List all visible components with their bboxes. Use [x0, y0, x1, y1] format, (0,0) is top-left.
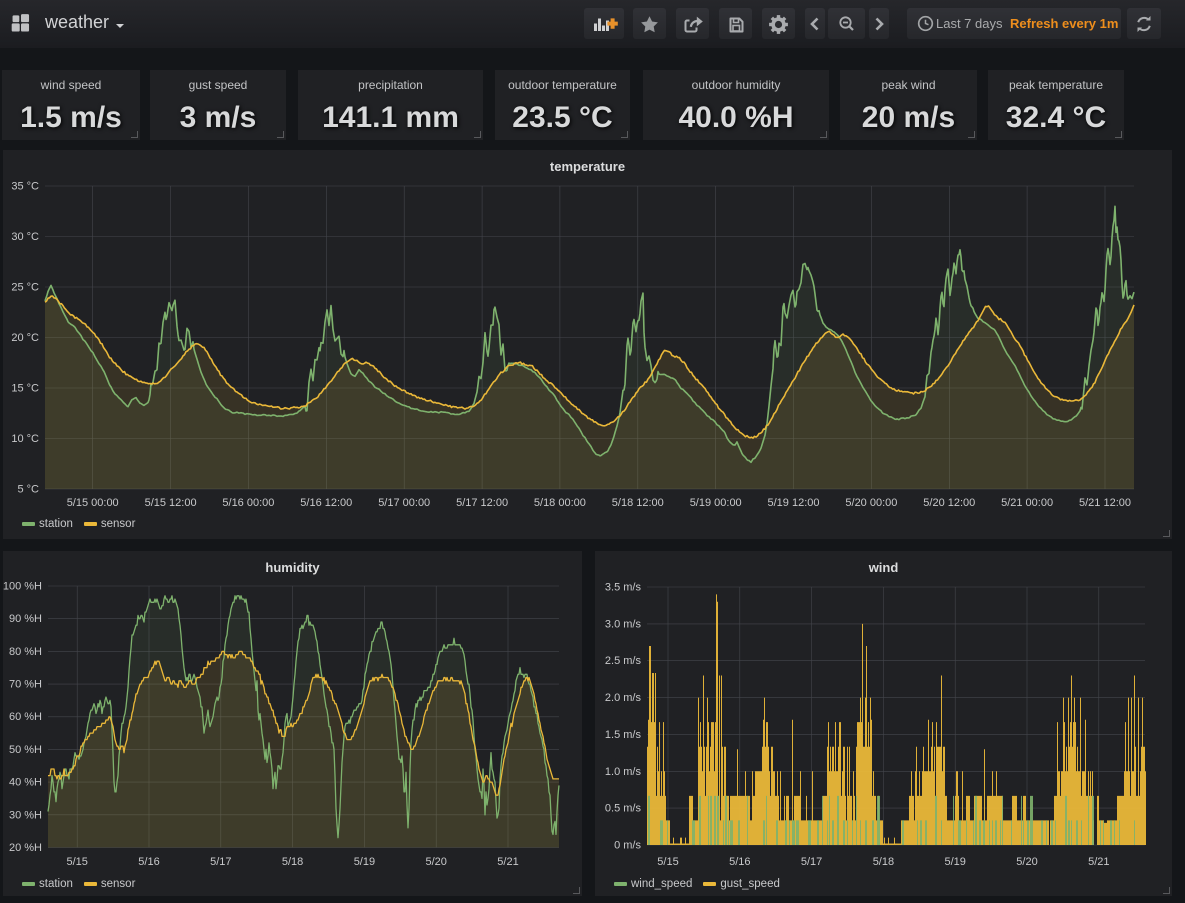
svg-text:80 %H: 80 %H	[9, 646, 42, 658]
svg-text:5/17: 5/17	[801, 856, 822, 868]
svg-text:0.5 m/s: 0.5 m/s	[605, 803, 642, 815]
svg-text:5/16: 5/16	[138, 856, 159, 868]
svg-text:10 °C: 10 °C	[11, 433, 39, 445]
svg-text:20 %H: 20 %H	[9, 842, 42, 854]
svg-text:5/19 12:00: 5/19 12:00	[768, 497, 820, 509]
svg-text:100 %H: 100 %H	[3, 581, 42, 593]
svg-text:0 m/s: 0 m/s	[614, 840, 641, 852]
svg-text:5/21: 5/21	[1088, 856, 1109, 868]
svg-text:5/15 00:00: 5/15 00:00	[67, 497, 119, 509]
svg-text:35 °C: 35 °C	[11, 181, 39, 193]
svg-text:5/19: 5/19	[944, 856, 965, 868]
svg-text:40 %H: 40 %H	[9, 777, 42, 789]
svg-text:5/18 12:00: 5/18 12:00	[612, 497, 664, 509]
svg-text:5/18: 5/18	[282, 856, 303, 868]
svg-text:5/21: 5/21	[497, 856, 518, 868]
svg-text:5/20 00:00: 5/20 00:00	[845, 497, 897, 509]
svg-text:5 °C: 5 °C	[17, 484, 39, 496]
svg-text:5/19 00:00: 5/19 00:00	[690, 497, 742, 509]
svg-text:5/17 00:00: 5/17 00:00	[378, 497, 430, 509]
svg-text:5/16 12:00: 5/16 12:00	[300, 497, 352, 509]
svg-text:5/15: 5/15	[66, 856, 87, 868]
svg-text:5/18: 5/18	[873, 856, 894, 868]
svg-text:5/17: 5/17	[210, 856, 231, 868]
svg-text:5/21 12:00: 5/21 12:00	[1079, 497, 1131, 509]
svg-text:30 %H: 30 %H	[9, 809, 42, 821]
svg-text:20 °C: 20 °C	[11, 332, 39, 344]
svg-text:3.5 m/s: 3.5 m/s	[605, 582, 642, 594]
svg-text:5/19: 5/19	[354, 856, 375, 868]
svg-text:70 %H: 70 %H	[9, 679, 42, 691]
svg-text:5/15 12:00: 5/15 12:00	[145, 497, 197, 509]
svg-text:25 °C: 25 °C	[11, 282, 39, 294]
svg-text:2.0 m/s: 2.0 m/s	[605, 692, 642, 704]
svg-text:5/15: 5/15	[657, 856, 678, 868]
svg-text:5/20: 5/20	[425, 856, 446, 868]
svg-text:5/16 00:00: 5/16 00:00	[222, 497, 274, 509]
svg-text:15 °C: 15 °C	[11, 383, 39, 395]
svg-text:5/17 12:00: 5/17 12:00	[456, 497, 508, 509]
svg-text:5/20: 5/20	[1016, 856, 1037, 868]
svg-text:3.0 m/s: 3.0 m/s	[605, 618, 642, 630]
svg-text:1.5 m/s: 1.5 m/s	[605, 729, 642, 741]
svg-text:30 °C: 30 °C	[11, 231, 39, 243]
svg-text:5/21 00:00: 5/21 00:00	[1001, 497, 1053, 509]
svg-text:5/20 12:00: 5/20 12:00	[923, 497, 975, 509]
svg-text:1.0 m/s: 1.0 m/s	[605, 766, 642, 778]
svg-text:60 %H: 60 %H	[9, 711, 42, 723]
svg-text:2.5 m/s: 2.5 m/s	[605, 655, 642, 667]
svg-text:5/16: 5/16	[729, 856, 750, 868]
svg-text:90 %H: 90 %H	[9, 613, 42, 625]
svg-text:5/18 00:00: 5/18 00:00	[534, 497, 586, 509]
svg-text:50 %H: 50 %H	[9, 744, 42, 756]
